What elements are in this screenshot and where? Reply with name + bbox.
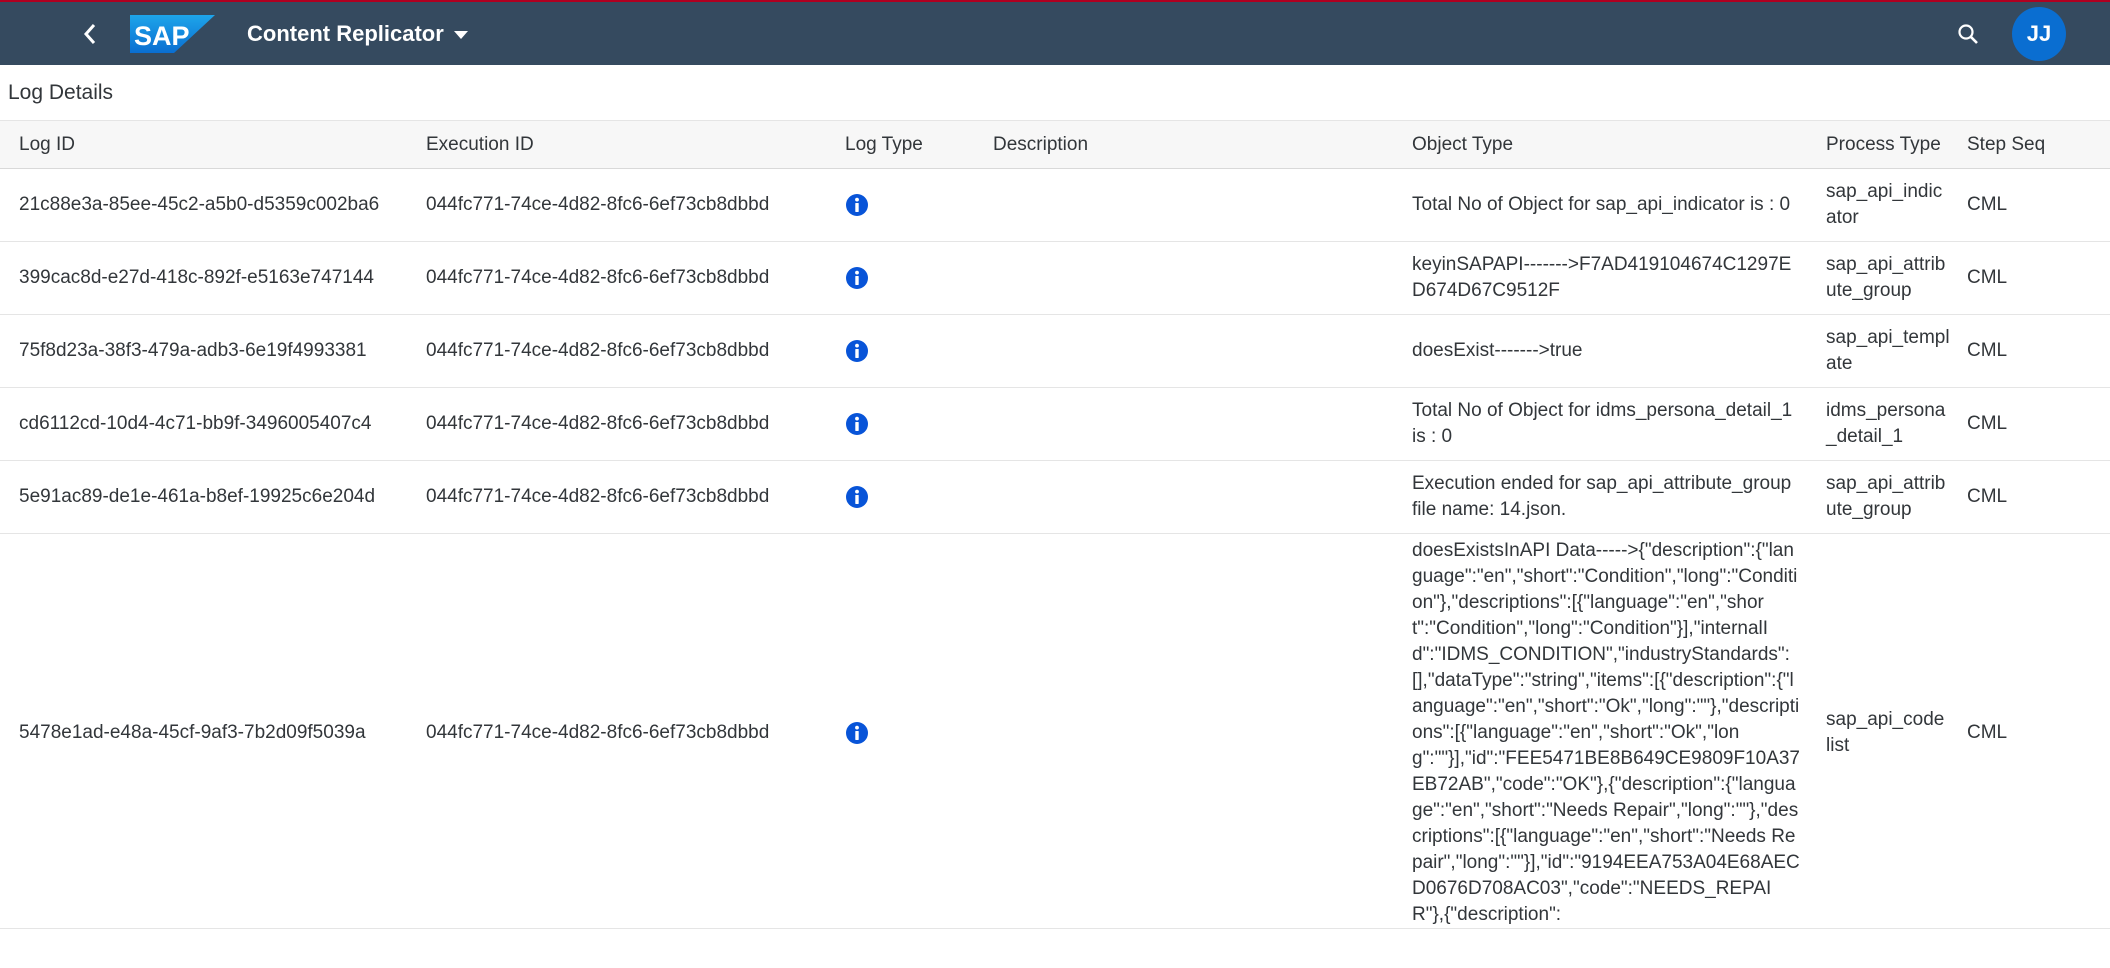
cell-execution-id: 044fc771-74ce-4d82-8fc6-6ef73cb8dbbd bbox=[426, 267, 770, 288]
cell-log-id: 5e91ac89-de1e-461a-b8ef-19925c6e204d bbox=[19, 486, 376, 507]
cell-process-type: sap_api_code list bbox=[1826, 709, 1945, 756]
cell-execution-id: 044fc771-74ce-4d82-8fc6-6ef73cb8dbbd bbox=[426, 413, 770, 434]
cell-log-id: 399cac8d-e27d-418c-892f-e5163e747144 bbox=[19, 267, 374, 288]
back-button[interactable] bbox=[64, 8, 116, 60]
cell-log-type bbox=[826, 534, 974, 929]
cell-object-type: keyinSAPAPI------->F7AD419104674C1297ED6… bbox=[1412, 254, 1792, 301]
table-row[interactable]: cd6112cd-10d4-4c71-bb9f-3496005407c4 044… bbox=[0, 388, 2110, 461]
info-icon[interactable] bbox=[845, 193, 869, 217]
sap-logo-text: SAP bbox=[134, 21, 190, 51]
cell-process-type: sap_api_indicator bbox=[1826, 181, 1943, 228]
cell-execution-id: 044fc771-74ce-4d82-8fc6-6ef73cb8dbbd bbox=[426, 340, 770, 361]
cell-description bbox=[974, 315, 1393, 388]
cell-process-type: sap_api_template bbox=[1826, 327, 1950, 374]
cell-description bbox=[974, 534, 1393, 929]
cell-log-type bbox=[826, 461, 974, 534]
header-log-id[interactable]: Log ID bbox=[0, 121, 407, 169]
app-title-menu[interactable]: Content Replicator bbox=[247, 21, 468, 47]
search-icon bbox=[1958, 23, 1978, 44]
cell-execution-id: 044fc771-74ce-4d82-8fc6-6ef73cb8dbbd bbox=[426, 486, 770, 507]
cell-step-seq: CML bbox=[1967, 413, 2008, 434]
table-row[interactable]: 399cac8d-e27d-418c-892f-e5163e747144 044… bbox=[0, 242, 2110, 315]
table-row[interactable]: 75f8d23a-38f3-479a-adb3-6e19f4993381 044… bbox=[0, 315, 2110, 388]
info-icon[interactable] bbox=[845, 721, 869, 745]
cell-log-type bbox=[826, 169, 974, 242]
cell-execution-id: 044fc771-74ce-4d82-8fc6-6ef73cb8dbbd bbox=[426, 722, 770, 743]
cell-log-id: 21c88e3a-85ee-45c2-a5b0-d5359c002ba6 bbox=[19, 194, 380, 215]
header-execution-id[interactable]: Execution ID bbox=[407, 121, 826, 169]
cell-object-type: doesExistsInAPI Data----->{"description"… bbox=[1412, 540, 1800, 925]
cell-object-type: doesExist------->true bbox=[1412, 340, 1583, 361]
table-row[interactable]: 21c88e3a-85ee-45c2-a5b0-d5359c002ba6 044… bbox=[0, 169, 2110, 242]
header-step-seq[interactable]: Step Seq bbox=[1960, 121, 2110, 169]
cell-description bbox=[974, 461, 1393, 534]
info-icon[interactable] bbox=[845, 412, 869, 436]
cell-process-type: idms_persona_detail_1 bbox=[1826, 400, 1946, 447]
cell-log-type bbox=[826, 388, 974, 461]
cell-log-id: 75f8d23a-38f3-479a-adb3-6e19f4993381 bbox=[19, 340, 367, 361]
sap-logo: SAP bbox=[130, 14, 215, 53]
cell-object-type: Execution ended for sap_api_attribute_gr… bbox=[1412, 473, 1792, 520]
table-header-row: Log ID Execution ID Log Type Description… bbox=[0, 120, 2110, 169]
header-log-type[interactable]: Log Type bbox=[826, 121, 974, 169]
cell-process-type: sap_api_attribute_group bbox=[1826, 473, 1946, 520]
cell-step-seq: CML bbox=[1967, 194, 2008, 215]
header-object-type[interactable]: Object Type bbox=[1393, 121, 1811, 169]
app-title: Content Replicator bbox=[247, 20, 444, 46]
cell-object-type: Total No of Object for idms_persona_deta… bbox=[1412, 400, 1793, 447]
cell-description bbox=[974, 169, 1393, 242]
page-title: Log Details bbox=[8, 80, 114, 104]
search-button[interactable] bbox=[1948, 14, 1988, 54]
header-process-type[interactable]: Process Type bbox=[1811, 121, 1960, 169]
user-avatar[interactable]: JJ bbox=[2012, 6, 2066, 61]
cell-step-seq: CML bbox=[1967, 722, 2008, 743]
cell-step-seq: CML bbox=[1967, 267, 2008, 288]
shell-bar: SAP Content Replicator JJ bbox=[0, 2, 2110, 65]
cell-log-id: cd6112cd-10d4-4c71-bb9f-3496005407c4 bbox=[19, 413, 372, 434]
cell-description bbox=[974, 388, 1393, 461]
cell-log-id: 5478e1ad-e48a-45cf-9af3-7b2d09f5039a bbox=[19, 722, 366, 743]
cell-step-seq: CML bbox=[1967, 340, 2008, 361]
header-description[interactable]: Description bbox=[974, 121, 1393, 169]
cell-step-seq: CML bbox=[1967, 486, 2008, 507]
log-details-table: Log ID Execution ID Log Type Description… bbox=[0, 120, 2110, 929]
info-icon[interactable] bbox=[845, 266, 869, 290]
cell-process-type: sap_api_attribute_group bbox=[1826, 254, 1946, 301]
info-icon[interactable] bbox=[845, 485, 869, 509]
cell-object-type: Total No of Object for sap_api_indicator… bbox=[1412, 194, 1791, 215]
cell-log-type bbox=[826, 242, 974, 315]
info-icon[interactable] bbox=[845, 339, 869, 363]
caret-down-icon bbox=[453, 30, 468, 39]
chevron-left-icon bbox=[83, 23, 96, 44]
table-row[interactable]: 5e91ac89-de1e-461a-b8ef-19925c6e204d 044… bbox=[0, 461, 2110, 534]
table-row[interactable]: 5478e1ad-e48a-45cf-9af3-7b2d09f5039a 044… bbox=[0, 534, 2110, 929]
cell-description bbox=[974, 242, 1393, 315]
cell-log-type bbox=[826, 315, 974, 388]
cell-execution-id: 044fc771-74ce-4d82-8fc6-6ef73cb8dbbd bbox=[426, 194, 770, 215]
